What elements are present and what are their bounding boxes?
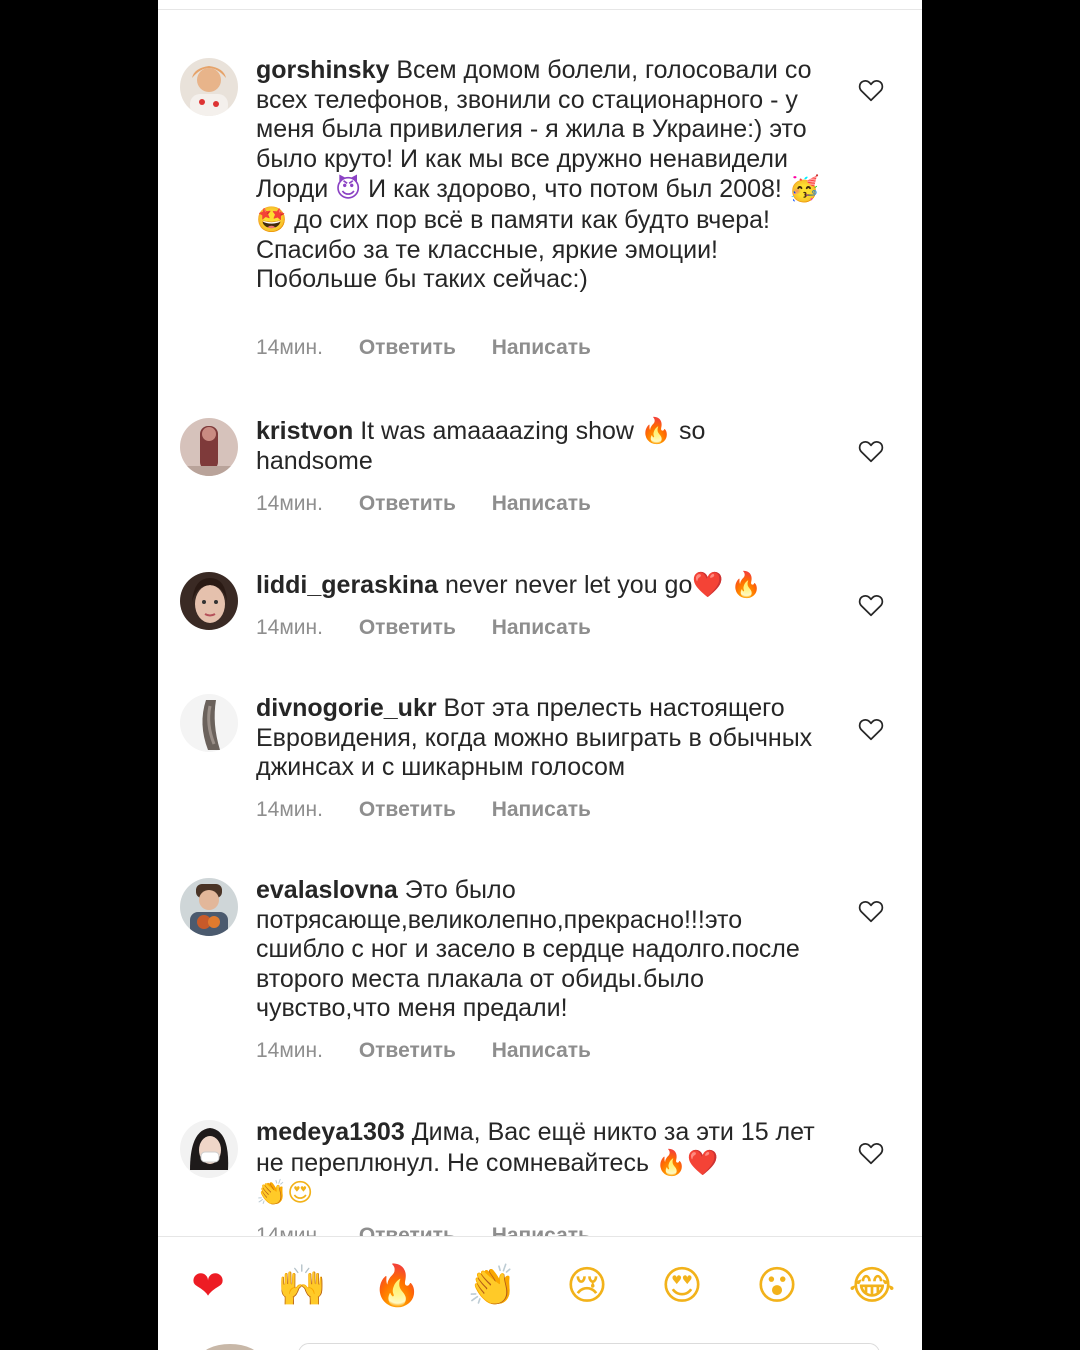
comment-time: 14мин. [256,336,323,359]
avatar[interactable] [180,1120,238,1178]
comment-username[interactable]: kristvon [256,417,353,445]
comment-time: 14мин. [256,1039,323,1062]
heart-outline-icon[interactable] [858,1141,884,1165]
heart-outline-icon[interactable] [858,593,884,617]
comment-input[interactable] [298,1343,880,1350]
emoji: 🔥 [640,416,673,445]
emoji-fire-button[interactable]: 🔥 [370,1262,424,1310]
avatar[interactable] [180,694,238,752]
my-avatar [200,1344,260,1350]
send-message-button[interactable]: Написать [492,336,591,359]
heart-outline-icon[interactable] [858,717,884,741]
emoji-heart-eyes-button[interactable]: 😍 [655,1262,709,1310]
reply-button[interactable]: Ответить [359,492,456,515]
comment-text: gorshinsky Всем домом болели, голосовали… [256,56,820,294]
send-message-button[interactable]: Написать [492,798,591,821]
emoji-quick-bar: ❤ 🙌 🔥 👏 😢 😍 😮 😂 [158,1237,922,1337]
reply-button[interactable]: Ответить [359,798,456,821]
emoji-laughing-button[interactable]: 😂 [845,1262,899,1310]
comments-screen: gorshinsky Всем домом болели, голосовали… [158,0,922,1350]
emoji-crying-button[interactable]: 😢 [560,1262,614,1310]
emoji-clapping-button[interactable]: 👏 [465,1262,519,1310]
comment-meta: 14мин. Ответить Написать [256,616,621,640]
send-message-button[interactable]: Написать [492,492,591,515]
comment-username[interactable]: gorshinsky [256,56,389,84]
emoji: 🔥❤️ [655,1147,719,1177]
comment-meta: 14мин. Ответить Написать [256,798,621,822]
comment-time: 14мин. [256,798,323,821]
comment-username[interactable]: liddi_geraskina [256,571,438,599]
send-message-button[interactable]: Написать [492,616,591,639]
heart-outline-icon[interactable] [858,439,884,463]
comment-text: liddi_geraskina never never let you go❤️… [256,570,762,599]
comment-text: kristvon It was amaaaazing show 🔥 so han… [256,416,706,475]
comment-meta: 14мин. Ответить Написать [256,1039,621,1063]
emoji: 👏😍 [256,1178,314,1208]
comment-meta: 14мин. Ответить Написать [256,492,621,516]
comment-text: evalaslovna Это было потрясающе,великоле… [256,876,800,1023]
avatar[interactable] [180,878,238,936]
emoji: 😈 [335,174,362,204]
comment-username[interactable]: medeya1303 [256,1118,405,1146]
emoji: 🔥 [730,570,762,599]
comment-meta: 14мин. Ответить Написать [256,336,621,360]
comment-text: medeya1303 Дима, Вас ещё никто за эти 15… [256,1118,815,1208]
reply-button[interactable]: Ответить [359,1039,456,1062]
emoji: ❤️ [692,570,724,599]
comment-text: divnogorie_ukr Вот эта прелесть настояще… [256,694,813,782]
emoji-raised-hands-button[interactable]: 🙌 [275,1262,329,1310]
comment-time: 14мин. [256,616,323,639]
divider [158,9,922,10]
avatar[interactable] [180,572,238,630]
comment-username[interactable]: divnogorie_ukr [256,694,437,722]
heart-outline-icon[interactable] [858,78,884,102]
emoji-surprised-button[interactable]: 😮 [750,1262,804,1310]
avatar[interactable] [180,58,238,116]
comment-time: 14мин. [256,492,323,515]
comment-username[interactable]: evalaslovna [256,876,398,904]
heart-outline-icon[interactable] [858,899,884,923]
send-message-button[interactable]: Написать [492,1039,591,1062]
avatar[interactable] [180,418,238,476]
emoji-heart-button[interactable]: ❤ [181,1262,235,1310]
reply-button[interactable]: Ответить [359,616,456,639]
reply-button[interactable]: Ответить [359,336,456,359]
